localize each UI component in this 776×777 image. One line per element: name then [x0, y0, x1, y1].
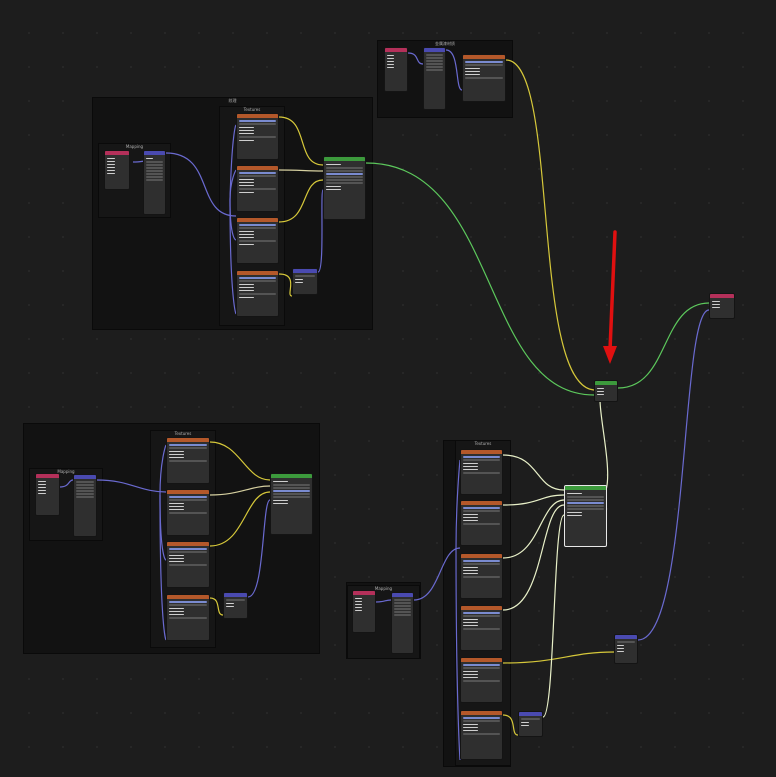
image-texture-node[interactable] — [460, 657, 503, 703]
normal-map-node[interactable] — [518, 711, 543, 737]
material-output-node[interactable] — [709, 293, 735, 319]
red-arrow-icon — [603, 230, 617, 364]
texture-coordinate-node[interactable] — [384, 47, 408, 92]
texture-coordinate-node[interactable] — [35, 473, 60, 516]
mapping-node[interactable] — [143, 150, 166, 215]
mapping-node[interactable] — [73, 474, 97, 537]
node-editor-canvas[interactable]: 纹理 金属漆材质 Textures Textures Textures Mapp… — [0, 0, 776, 777]
image-texture-node[interactable] — [166, 594, 210, 641]
math-node[interactable] — [614, 634, 638, 664]
image-texture-node[interactable] — [236, 165, 279, 212]
mapping-node[interactable] — [391, 592, 414, 654]
texture-coordinate-node[interactable] — [352, 590, 376, 633]
normal-map-node[interactable] — [223, 592, 248, 619]
image-texture-node[interactable] — [462, 54, 506, 102]
image-texture-node[interactable] — [460, 553, 503, 599]
principled-bsdf-node[interactable] — [270, 473, 313, 535]
image-texture-node[interactable] — [460, 710, 503, 760]
mapping-node[interactable] — [423, 47, 446, 110]
principled-bsdf-node[interactable] — [564, 485, 607, 547]
image-texture-node[interactable] — [166, 437, 210, 484]
normal-map-node[interactable] — [292, 268, 318, 295]
image-texture-node[interactable] — [166, 489, 210, 536]
image-texture-node[interactable] — [460, 605, 503, 651]
image-texture-node[interactable] — [460, 449, 503, 495]
image-texture-node[interactable] — [236, 217, 279, 264]
image-texture-node[interactable] — [236, 113, 279, 160]
principled-bsdf-node[interactable] — [323, 156, 366, 220]
image-texture-node[interactable] — [166, 541, 210, 588]
mix-shader-node[interactable] — [594, 380, 618, 402]
node-links — [59, 49, 710, 761]
image-texture-node[interactable] — [236, 270, 279, 317]
texture-coordinate-node[interactable] — [104, 150, 130, 190]
image-texture-node[interactable] — [460, 500, 503, 546]
